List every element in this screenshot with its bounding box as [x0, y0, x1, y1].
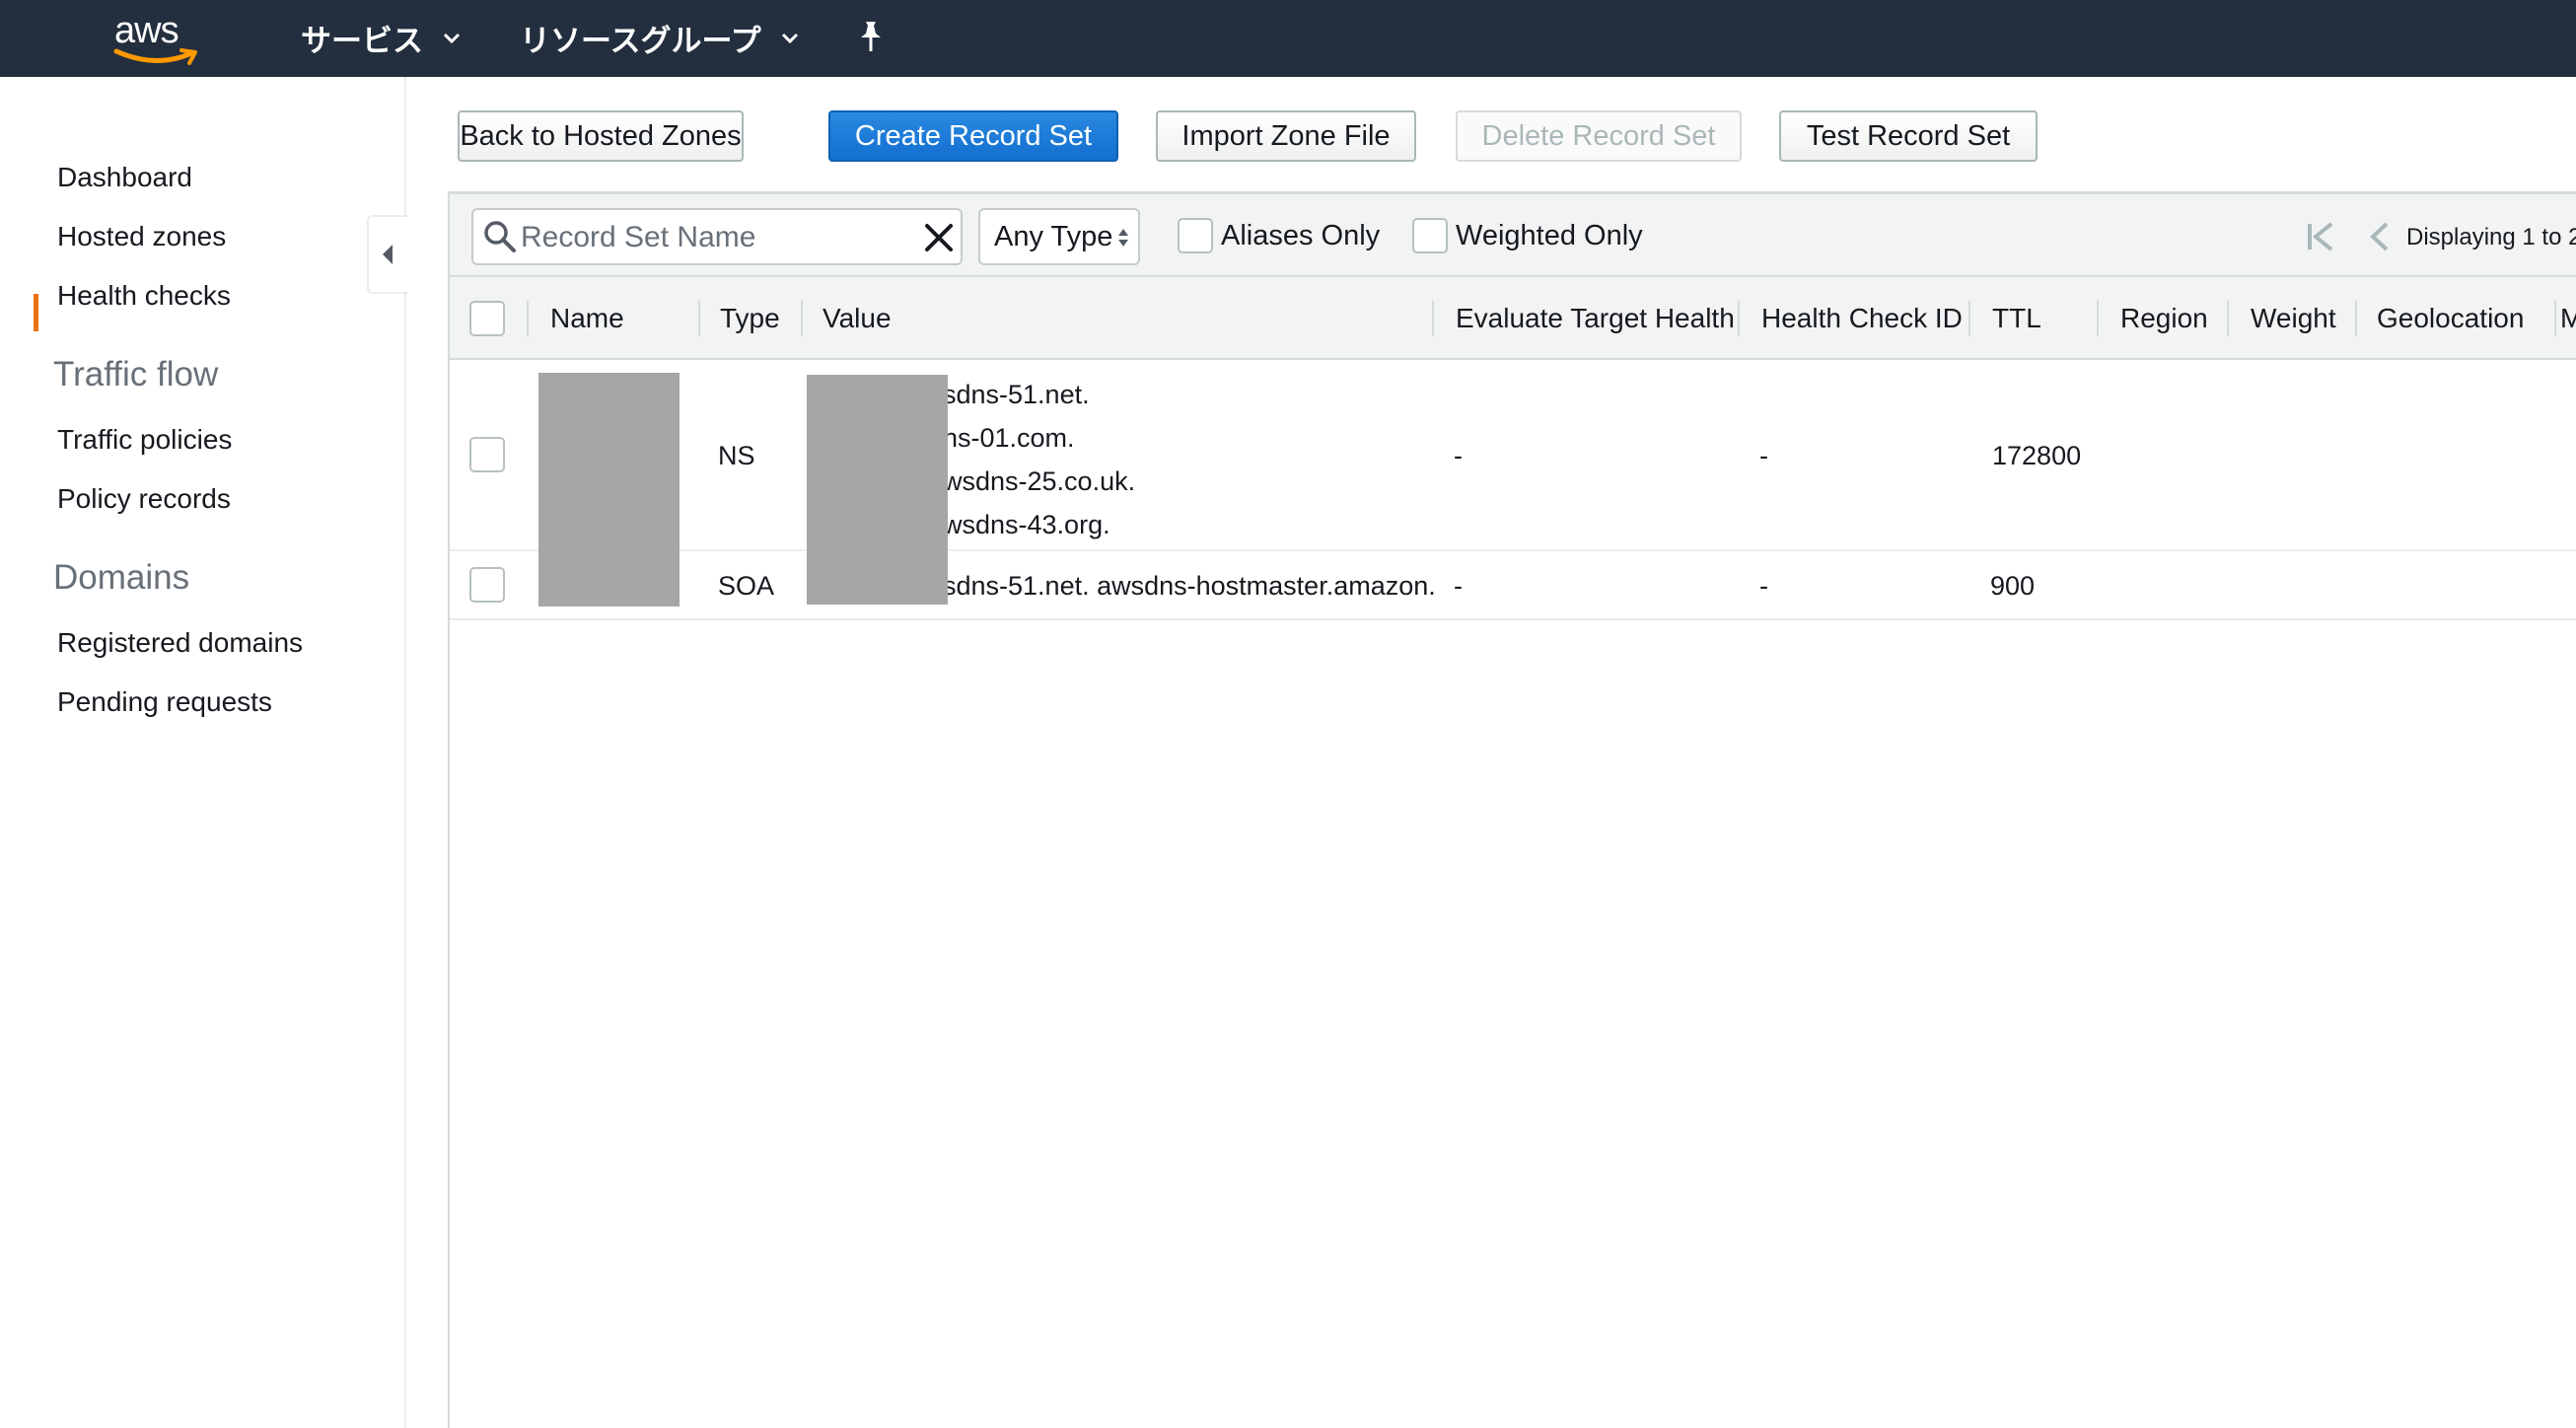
row-select-checkbox[interactable] — [469, 437, 505, 472]
record-value-line: wsdns-43.org. — [943, 510, 1110, 539]
column-header-name[interactable]: Name — [550, 277, 624, 360]
chevron-down-icon — [443, 33, 461, 44]
column-header-truncated[interactable]: M — [2560, 277, 2576, 360]
search-icon — [484, 221, 516, 252]
redacted-name-block — [538, 373, 680, 607]
aliases-only-checkbox[interactable] — [1178, 218, 1213, 253]
aws-smile-icon — [113, 48, 197, 65]
resource-groups-menu[interactable]: リソースグループ — [520, 18, 801, 59]
pagination-status: Displaying 1 to 2 of 2 — [2406, 224, 2576, 250]
aliases-only-filter[interactable]: Aliases Only — [1178, 218, 1380, 253]
sidebar-item-traffic-policies[interactable]: Traffic policies — [57, 424, 232, 456]
table-header: Name Type Value Evaluate Target Health H… — [450, 277, 2576, 360]
back-to-hosted-zones-button[interactable]: Back to Hosted Zones — [458, 110, 744, 162]
select-all-checkbox[interactable] — [469, 301, 505, 336]
column-header-value[interactable]: Value — [823, 277, 892, 360]
row-select-checkbox[interactable] — [469, 567, 505, 603]
health-check-id: - — [1759, 441, 1768, 470]
column-header-geolocation[interactable]: Geolocation — [2377, 277, 2524, 360]
column-header-ttl[interactable]: TTL — [1992, 277, 2041, 360]
record-type-select[interactable]: Any Type — [978, 208, 1140, 265]
services-menu[interactable]: サービス — [301, 18, 463, 59]
column-divider — [2097, 301, 2099, 336]
sidebar-item-health-checks[interactable]: Health checks — [57, 280, 231, 312]
record-sets-grid: Any Type Aliases Only Weighted Only Disp… — [448, 191, 2576, 1428]
sidebar: Dashboard Hosted zones Health checks Tra… — [0, 77, 408, 1428]
services-menu-label: サービス — [301, 23, 423, 59]
column-header-type[interactable]: Type — [720, 277, 780, 360]
pin-icon[interactable] — [856, 20, 886, 53]
search-box — [471, 208, 963, 265]
sidebar-collapse-button[interactable] — [367, 215, 408, 294]
column-header-evaluate-target-health[interactable]: Evaluate Target Health — [1456, 277, 1735, 360]
evaluate-target-health: - — [1454, 441, 1463, 470]
column-header-weight[interactable]: Weight — [2251, 277, 2336, 360]
record-type: NS — [718, 441, 755, 470]
record-value-line: ns-01.com. — [943, 423, 1075, 453]
select-arrows-icon — [1118, 229, 1128, 247]
record-value-line: sdns-51.net. — [943, 380, 1090, 409]
sidebar-section-domains: Domains — [53, 558, 190, 597]
record-ttl: 172800 — [1992, 441, 2082, 470]
record-value-line: wsdns-25.co.uk. — [943, 466, 1136, 496]
record-type-selected: Any Type — [994, 220, 1113, 252]
test-record-set-button[interactable]: Test Record Set — [1779, 110, 2038, 162]
record-type: SOA — [718, 571, 775, 601]
filter-bar: Any Type Aliases Only Weighted Only Disp… — [450, 194, 2576, 277]
sidebar-item-registered-domains[interactable]: Registered domains — [57, 627, 303, 659]
column-divider — [1738, 301, 1740, 336]
aws-logo[interactable]: aws — [110, 10, 199, 65]
column-divider — [801, 301, 803, 336]
column-divider — [2227, 301, 2229, 336]
create-record-set-button[interactable]: Create Record Set — [828, 110, 1118, 162]
delete-record-set-button[interactable]: Delete Record Set — [1456, 110, 1742, 162]
column-divider — [1968, 301, 1970, 336]
active-item-indicator — [34, 294, 38, 331]
redacted-value-block — [807, 375, 948, 605]
aliases-only-label: Aliases Only — [1221, 219, 1381, 251]
column-divider — [2554, 301, 2556, 336]
table-row[interactable]: SOA sdns-51.net. awsdns-hostmaster.amazo… — [450, 551, 2576, 620]
first-page-icon[interactable] — [2304, 220, 2337, 253]
sidebar-item-hosted-zones[interactable]: Hosted zones — [57, 221, 226, 252]
column-divider — [1432, 301, 1434, 336]
column-divider — [527, 301, 529, 336]
record-set-name-input[interactable] — [521, 218, 905, 257]
health-check-id: - — [1759, 571, 1768, 601]
main-content: Back to Hosted Zones Create Record Set I… — [448, 77, 2576, 1428]
column-divider — [2355, 301, 2357, 336]
previous-page-icon[interactable] — [2367, 220, 2393, 253]
sidebar-section-traffic-flow: Traffic flow — [53, 355, 219, 393]
record-ttl: 900 — [1990, 571, 2036, 601]
weighted-only-filter[interactable]: Weighted Only — [1412, 218, 1643, 253]
clear-search-icon[interactable] — [921, 220, 957, 255]
sidebar-item-pending-requests[interactable]: Pending requests — [57, 686, 272, 718]
weighted-only-label: Weighted Only — [1456, 219, 1643, 251]
caret-left-icon — [383, 245, 393, 264]
sidebar-item-dashboard[interactable]: Dashboard — [57, 162, 192, 193]
resource-groups-menu-label: リソースグループ — [520, 23, 761, 59]
record-value-line: sdns-51.net. awsdns-hostmaster.amazon. — [943, 571, 1436, 601]
chevron-down-icon — [781, 33, 798, 44]
evaluate-target-health: - — [1454, 571, 1463, 601]
weighted-only-checkbox[interactable] — [1412, 218, 1448, 253]
column-divider — [698, 301, 700, 336]
column-header-region[interactable]: Region — [2120, 277, 2208, 360]
aws-logo-text: aws — [114, 10, 179, 51]
sidebar-item-policy-records[interactable]: Policy records — [57, 483, 231, 515]
top-navigation-bar: aws サービス リソースグループ — [0, 0, 2576, 77]
column-header-health-check-id[interactable]: Health Check ID — [1761, 277, 1963, 360]
import-zone-file-button[interactable]: Import Zone File — [1156, 110, 1416, 162]
table-row[interactable]: NS sdns-51.net. ns-01.com. wsdns-25.co.u… — [450, 362, 2576, 551]
